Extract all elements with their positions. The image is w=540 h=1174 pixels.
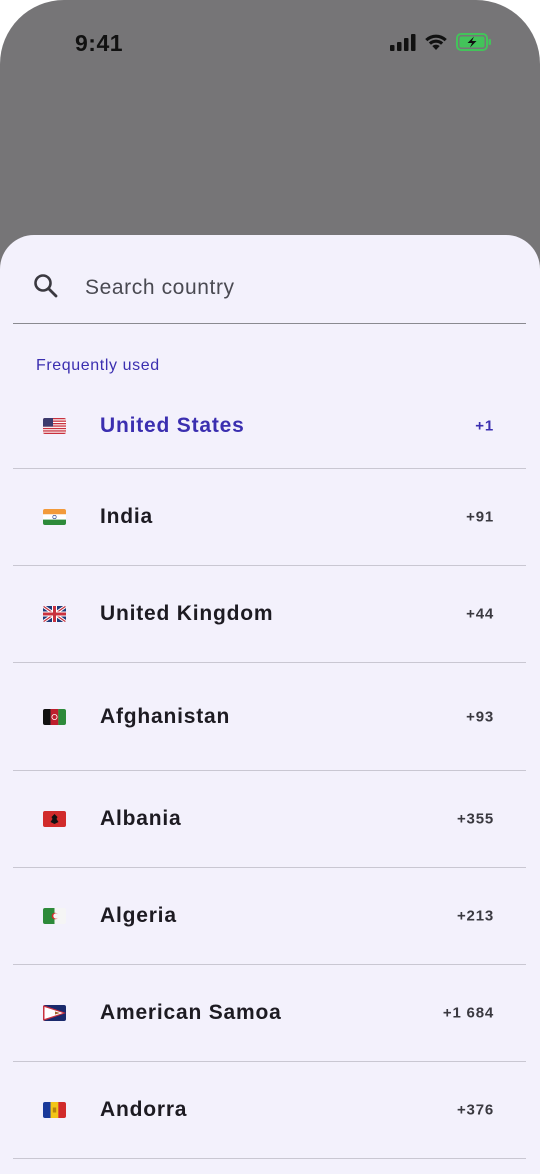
battery-charging-icon [456, 33, 492, 51]
country-row-andorra[interactable]: Andorra +376 [13, 1062, 526, 1159]
country-name: United States [100, 414, 245, 437]
af-flag-icon [43, 708, 66, 725]
country-name: Andorra [100, 1098, 188, 1121]
search-icon [33, 273, 59, 304]
dial-code: +93 [466, 708, 494, 725]
country-row-india[interactable]: India +91 [13, 469, 526, 566]
country-name: Algeria [100, 904, 177, 927]
status-bar: 9:41 [0, 0, 540, 90]
search-bar [13, 255, 526, 324]
as-flag-icon [43, 1005, 66, 1021]
section-title-frequently-used: Frequently used [36, 357, 160, 374]
country-name: India [100, 505, 154, 528]
country-name: United Kingdom [100, 602, 274, 625]
country-row-united-states[interactable]: United States +1 [13, 384, 526, 469]
dial-code: +355 [457, 810, 494, 828]
gb-flag-icon [43, 606, 66, 622]
country-row-united-kingdom[interactable]: United Kingdom +44 [13, 566, 526, 663]
cellular-signal-icon [390, 33, 416, 51]
in-flag-icon [43, 509, 66, 525]
country-row-algeria[interactable]: Algeria +213 [13, 868, 526, 965]
country-row-american-samoa[interactable]: American Samoa +1 684 [13, 965, 526, 1062]
country-list: United States +1 India +91 United Kingdo… [13, 384, 526, 1159]
country-name: American Samoa [100, 1001, 282, 1024]
country-row-albania[interactable]: Albania +355 [13, 771, 526, 868]
dial-code: +376 [457, 1101, 494, 1119]
phone-screen: 9:41 Search country Frequently used Unit… [0, 0, 540, 1174]
search-input[interactable] [83, 269, 487, 307]
dial-code: +213 [457, 907, 494, 925]
status-icons [390, 33, 492, 51]
country-name: Afghanistan [100, 704, 231, 728]
country-name: Albania [100, 807, 182, 830]
dz-flag-icon [43, 908, 66, 924]
country-picker-sheet: Frequently used United States +1 [0, 235, 540, 1174]
country-row-afghanistan[interactable]: Afghanistan +93 [13, 663, 526, 771]
dial-code: +1 [475, 417, 494, 435]
dial-code: +91 [466, 508, 494, 526]
dial-code: +1 684 [442, 1004, 494, 1022]
wifi-icon [424, 33, 448, 51]
dial-code: +44 [466, 605, 494, 623]
status-time: 9:41 [75, 30, 124, 56]
al-flag-icon [43, 811, 66, 827]
us-flag-icon [43, 418, 66, 434]
ad-flag-icon [43, 1102, 66, 1118]
